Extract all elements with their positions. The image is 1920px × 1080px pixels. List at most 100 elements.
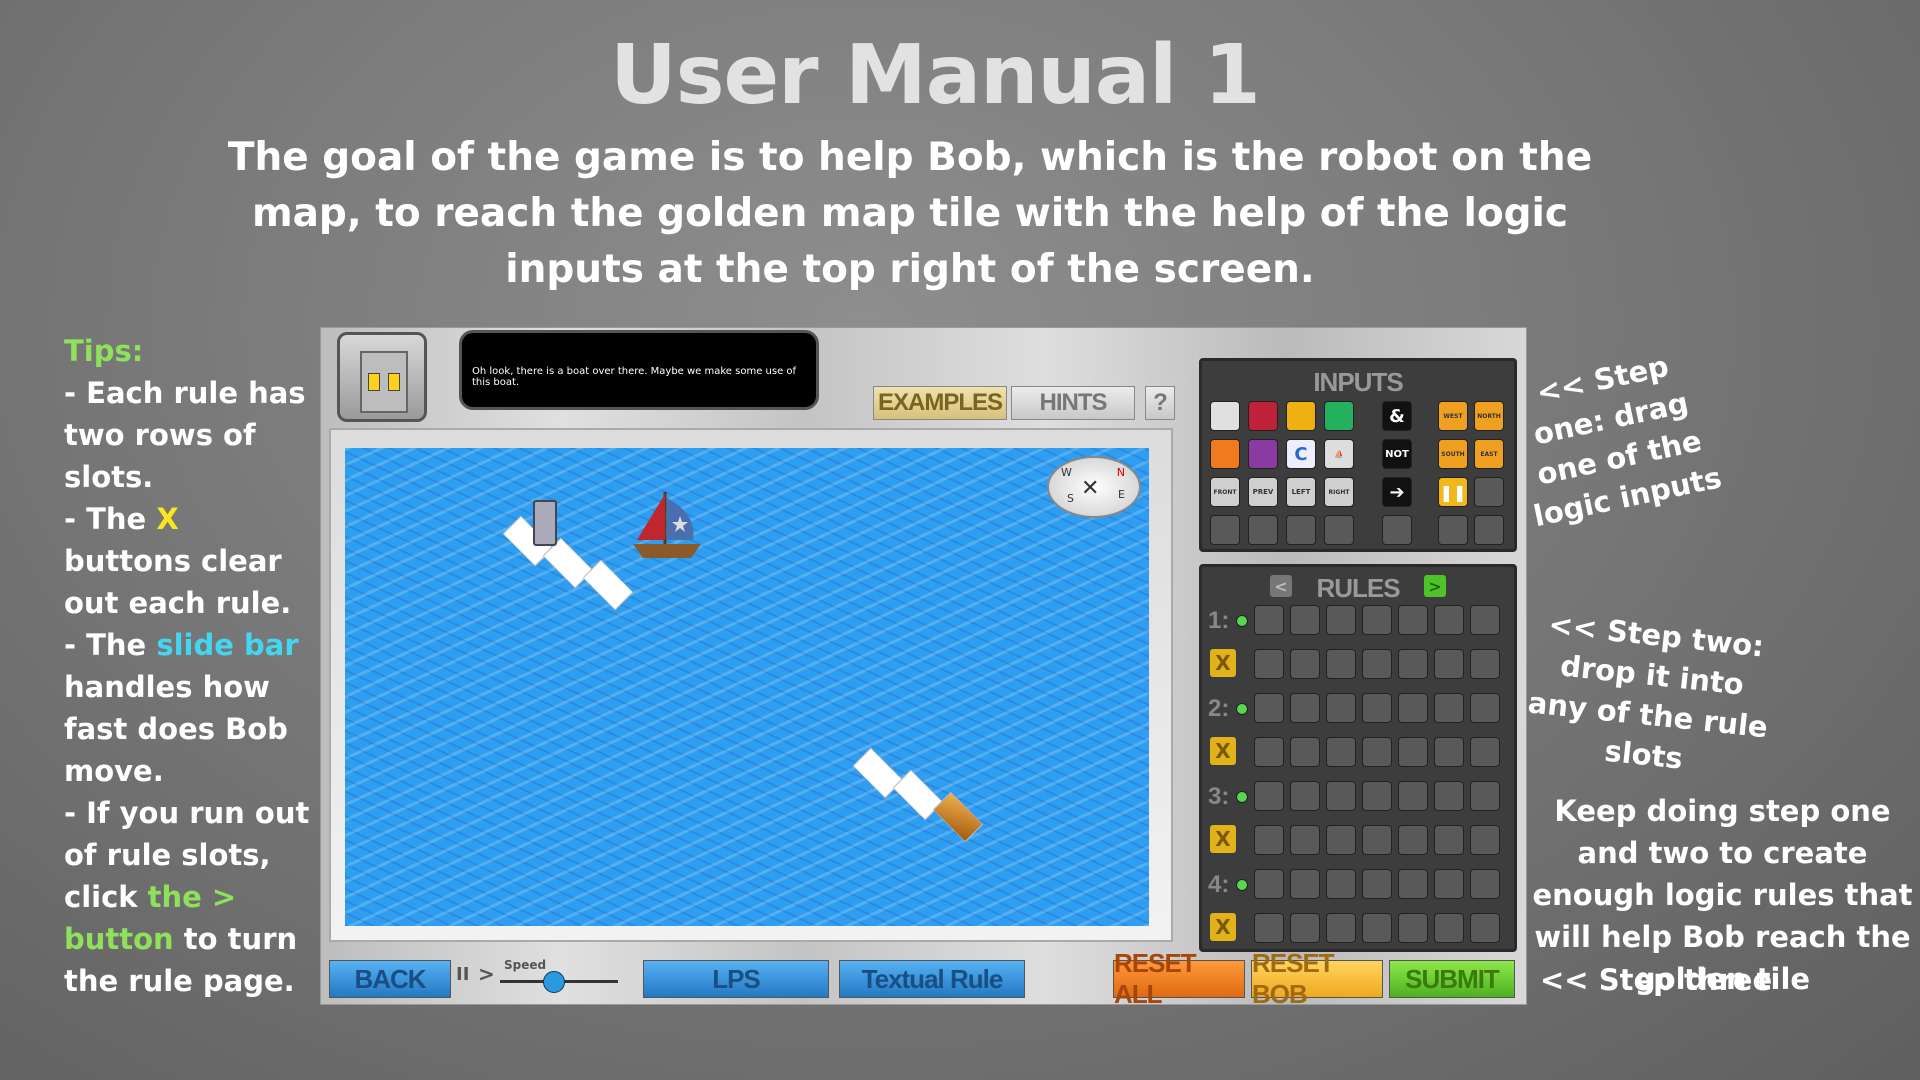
rules-next-button[interactable]: >: [1424, 575, 1446, 597]
rule-slot[interactable]: [1254, 825, 1284, 855]
rule-slot[interactable]: [1398, 781, 1428, 811]
and-input[interactable]: &: [1382, 401, 1412, 431]
rule-slot[interactable]: [1398, 649, 1428, 679]
south-input[interactable]: SOUTH: [1438, 439, 1468, 469]
lps-button[interactable]: LPS: [643, 960, 829, 998]
green-color-input[interactable]: [1324, 401, 1354, 431]
help-button[interactable]: ?: [1145, 386, 1175, 420]
prev-input[interactable]: PREV: [1248, 477, 1278, 507]
rule-slot[interactable]: [1326, 913, 1356, 943]
rule-slot[interactable]: [1434, 693, 1464, 723]
rule-slot[interactable]: [1470, 693, 1500, 723]
tip-4: - If you run out of rule slots, click th…: [64, 796, 310, 998]
rule-slot[interactable]: [1362, 649, 1392, 679]
boat-icon: [633, 492, 701, 558]
reset-all-button[interactable]: RESET ALL: [1113, 948, 1245, 1009]
front-input[interactable]: FRONT: [1210, 477, 1240, 507]
textual-rule-button[interactable]: Textual Rule: [839, 960, 1025, 998]
rule-slot[interactable]: [1434, 825, 1464, 855]
rule-slot[interactable]: [1398, 737, 1428, 767]
back-button[interactable]: BACK: [329, 960, 451, 998]
rule-slot[interactable]: [1254, 649, 1284, 679]
rule-slot[interactable]: [1470, 825, 1500, 855]
rule-slot[interactable]: [1362, 737, 1392, 767]
clear-rule-button[interactable]: X: [1210, 825, 1236, 853]
rule-slot[interactable]: [1362, 869, 1392, 899]
rule-slot[interactable]: [1254, 693, 1284, 723]
rule-slot[interactable]: [1362, 781, 1392, 811]
play-button[interactable]: >: [478, 962, 495, 986]
rule-slot[interactable]: [1326, 605, 1356, 635]
rule-slot[interactable]: [1290, 869, 1320, 899]
rule-slot[interactable]: [1470, 781, 1500, 811]
clear-rule-button[interactable]: X: [1210, 737, 1236, 765]
rule-slot[interactable]: [1362, 825, 1392, 855]
west-input[interactable]: WEST: [1438, 401, 1468, 431]
rule-slot[interactable]: [1254, 869, 1284, 899]
rule-slot[interactable]: [1326, 869, 1356, 899]
left-input[interactable]: LEFT: [1286, 477, 1316, 507]
rule-slot[interactable]: [1398, 605, 1428, 635]
rule-slot[interactable]: [1290, 913, 1320, 943]
move-arrow-icon[interactable]: ➔: [1382, 477, 1412, 507]
pause-input-icon[interactable]: ❚❚: [1438, 477, 1468, 507]
rule-slot[interactable]: [1434, 649, 1464, 679]
not-input[interactable]: NOT: [1382, 439, 1412, 469]
rule-slot[interactable]: [1326, 781, 1356, 811]
speech-bubble: Oh look, there is a boat over there. May…: [459, 330, 819, 410]
rule-slot[interactable]: [1290, 825, 1320, 855]
rule-slot[interactable]: [1254, 605, 1284, 635]
rule-slot[interactable]: [1398, 693, 1428, 723]
speed-slider-thumb[interactable]: [543, 971, 566, 993]
rule-slot[interactable]: [1290, 693, 1320, 723]
rule-slot[interactable]: [1326, 737, 1356, 767]
rule-slot[interactable]: [1398, 825, 1428, 855]
rule-slot[interactable]: [1434, 737, 1464, 767]
hints-button[interactable]: HINTS: [1011, 386, 1135, 420]
red-color-input[interactable]: [1248, 401, 1278, 431]
rule-slot[interactable]: [1470, 737, 1500, 767]
rule-slot[interactable]: [1470, 869, 1500, 899]
reset-bob-button[interactable]: RESET BOB: [1251, 948, 1383, 1009]
east-input[interactable]: EAST: [1474, 439, 1504, 469]
rule-slot[interactable]: [1398, 913, 1428, 943]
rule-slot[interactable]: [1434, 781, 1464, 811]
clear-rule-button[interactable]: X: [1210, 913, 1236, 941]
rule-slot[interactable]: [1470, 605, 1500, 635]
rule-slot[interactable]: [1326, 693, 1356, 723]
rule-slot[interactable]: [1434, 605, 1464, 635]
map-board: W N S E ✕: [329, 428, 1173, 942]
rule-slot[interactable]: [1326, 825, 1356, 855]
rule-slot[interactable]: [1362, 693, 1392, 723]
game-window: Oh look, there is a boat over there. May…: [320, 327, 1527, 1009]
rule-slot[interactable]: [1254, 913, 1284, 943]
rule-slot[interactable]: [1290, 781, 1320, 811]
rule-slot[interactable]: [1362, 605, 1392, 635]
pause-button[interactable]: II: [456, 964, 469, 985]
right-input[interactable]: RIGHT: [1324, 477, 1354, 507]
c-input-icon[interactable]: C: [1286, 439, 1316, 469]
rule-slot[interactable]: [1290, 649, 1320, 679]
yellow-color-input[interactable]: [1286, 401, 1316, 431]
rule-slot[interactable]: [1254, 737, 1284, 767]
rule-slot[interactable]: [1290, 605, 1320, 635]
rule-slot[interactable]: [1434, 913, 1464, 943]
rule-slot[interactable]: [1290, 737, 1320, 767]
purple-color-input[interactable]: [1248, 439, 1278, 469]
north-input[interactable]: NORTH: [1474, 401, 1504, 431]
rule-slot[interactable]: [1254, 781, 1284, 811]
rule-slot[interactable]: [1434, 869, 1464, 899]
rule-slot[interactable]: [1470, 649, 1500, 679]
rule-slot[interactable]: [1362, 913, 1392, 943]
rule-slot[interactable]: [1470, 913, 1500, 943]
clear-rule-button[interactable]: X: [1210, 649, 1236, 677]
submit-button[interactable]: SUBMIT: [1389, 960, 1515, 998]
rule-slot[interactable]: [1326, 649, 1356, 679]
white-color-input[interactable]: [1210, 401, 1240, 431]
orange-color-input[interactable]: [1210, 439, 1240, 469]
rules-prev-button[interactable]: <: [1270, 575, 1292, 597]
rule-slot[interactable]: [1398, 869, 1428, 899]
examples-button[interactable]: EXAMPLES: [873, 386, 1007, 420]
inputs-title: INPUTS: [1313, 367, 1403, 397]
boat-input-icon[interactable]: ⛵: [1324, 439, 1354, 469]
